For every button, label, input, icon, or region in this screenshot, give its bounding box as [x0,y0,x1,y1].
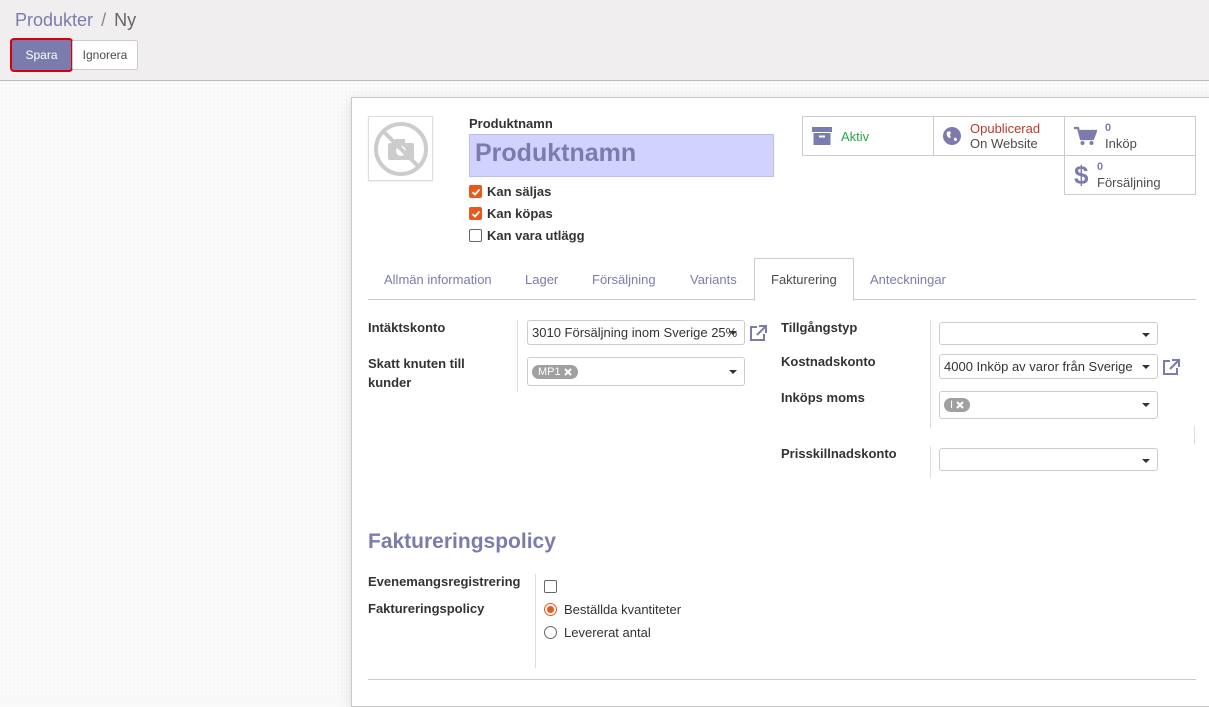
product-name-input[interactable]: Produktnamn [469,134,774,177]
can-be-purchased-label: Kan köpas [487,206,553,221]
policy-ordered-label: Beställda kvantiteter [564,602,682,617]
breadcrumb-parent-link[interactable]: Produkter [15,10,93,30]
income-account-label: Intäktskonto [368,320,446,335]
chevron-down-icon [1142,403,1150,407]
policy-option-ordered[interactable]: Beställda kvantiteter [544,602,681,617]
website-publish-button[interactable]: Opublicerad On Website [933,116,1065,156]
website-status-label: Opublicerad [970,121,1041,136]
tab-invoicing[interactable]: Fakturering [754,258,854,301]
policy-ordered-radio[interactable] [544,603,557,616]
chevron-down-icon [1142,365,1150,369]
asset-type-label: Tillgångstyp [781,320,858,335]
svg-text:$: $ [1074,162,1089,188]
field-divider [930,320,931,428]
invoicing-policy-label: Faktureringspolicy [368,601,485,616]
can-be-expensed-label: Kan vara utlägg [487,228,585,243]
income-account-value: 3010 Försäljning inom Sverige 25% [532,325,738,340]
purchases-button[interactable]: 0 Inköp [1064,116,1196,156]
can-be-expensed-checkbox[interactable] [469,229,482,242]
field-divider [517,320,518,392]
tab-notes[interactable]: Anteckningar [854,258,962,300]
breadcrumb-separator: / [101,10,107,30]
can-be-purchased-row[interactable]: Kan köpas [469,206,553,221]
event-registration-label: Evenemangsregistrering [368,574,521,589]
product-name-label: Produktnamn [469,116,553,131]
sales-label: Försäljning [1097,175,1161,190]
sales-count: 0 [1097,161,1104,173]
external-link-icon[interactable] [1161,358,1181,376]
sales-button[interactable]: $ 0 Försäljning [1064,155,1196,195]
section-divider [368,679,1196,680]
customer-tax-label-line1: Skatt knuten till [368,356,465,371]
chevron-down-icon [729,331,737,335]
field-divider [535,574,536,668]
save-button[interactable]: Spara [12,40,71,70]
customer-tax-label: Skatt knuten till kunder [368,354,465,392]
expense-account-value: 4000 Inköp av varor från Sverige [944,359,1133,374]
breadcrumb-current: Ny [114,10,137,30]
cart-icon [1074,126,1097,145]
control-panel: Produkter / Ny Spara Ignorera [0,0,1209,81]
purchase-tax-label: Inköps moms [781,390,865,405]
breadcrumb: Produkter / Ny [15,10,136,31]
expense-account-select[interactable]: 4000 Inköp av varor från Sverige [939,354,1158,379]
remove-tag-icon[interactable] [563,367,572,376]
tab-inventory[interactable]: Lager [509,258,574,300]
external-link-icon[interactable] [748,324,768,342]
tab-variants[interactable]: Variants [674,258,753,300]
can-be-purchased-checkbox[interactable] [469,207,482,220]
website-sub-label: On Website [970,136,1038,151]
can-be-expensed-row[interactable]: Kan vara utlägg [469,228,585,243]
price-difference-select[interactable] [939,448,1158,471]
tab-general-information[interactable]: Allmän information [368,258,508,300]
purchases-label: Inköp [1105,136,1137,151]
purchase-tax-select[interactable]: I [939,391,1158,419]
check-icon [471,188,480,196]
product-image[interactable] [368,116,433,181]
chevron-down-icon [1142,459,1150,463]
can-be-sold-row[interactable]: Kan säljas [469,184,551,199]
price-difference-label: Prisskillnadskonto [781,446,897,461]
can-be-sold-label: Kan säljas [487,184,552,199]
policy-delivered-radio[interactable] [544,626,557,639]
dollar-icon: $ [1074,162,1089,188]
remove-tag-icon[interactable] [956,401,964,409]
customer-tax-tag-label: MP1 [538,365,561,378]
archive-icon [812,127,832,145]
chevron-down-icon [1142,333,1150,337]
active-label: Aktiv [841,128,870,144]
expense-account-label: Kostnadskonto [781,354,876,369]
policy-option-delivered[interactable]: Levererat antal [544,625,651,640]
can-be-sold-checkbox[interactable] [469,185,482,198]
tab-sales[interactable]: Försäljning [576,258,672,300]
purchases-count: 0 [1105,122,1112,134]
globe-icon [943,127,961,145]
customer-tax-tag: MP1 [532,364,578,379]
customer-tax-select[interactable]: MP1 [527,357,745,386]
event-registration-checkbox[interactable] [544,580,557,593]
discard-button[interactable]: Ignorera [72,40,138,70]
no-camera-icon [373,121,428,176]
active-toggle-button[interactable]: Aktiv [802,116,934,156]
notebook-tabs: Allmän information Lager Försäljning Var… [368,258,1196,301]
field-divider [930,446,931,478]
income-account-select[interactable]: 3010 Försäljning inom Sverige 25% [527,320,745,345]
purchase-tax-tag: I [944,398,971,412]
customer-tax-label-line2: kunder [368,375,412,390]
policy-delivered-label: Levererat antal [564,625,651,640]
asset-type-select[interactable] [939,322,1158,345]
section-title-invoicing-policy: Faktureringspolicy [368,530,556,553]
field-divider [1194,426,1195,444]
chevron-down-icon [729,370,737,374]
check-icon [471,210,480,218]
form-sheet: Produktnamn Produktnamn Kan säljas Kan k… [351,97,1209,707]
purchase-tax-tag-label: I [950,399,954,411]
